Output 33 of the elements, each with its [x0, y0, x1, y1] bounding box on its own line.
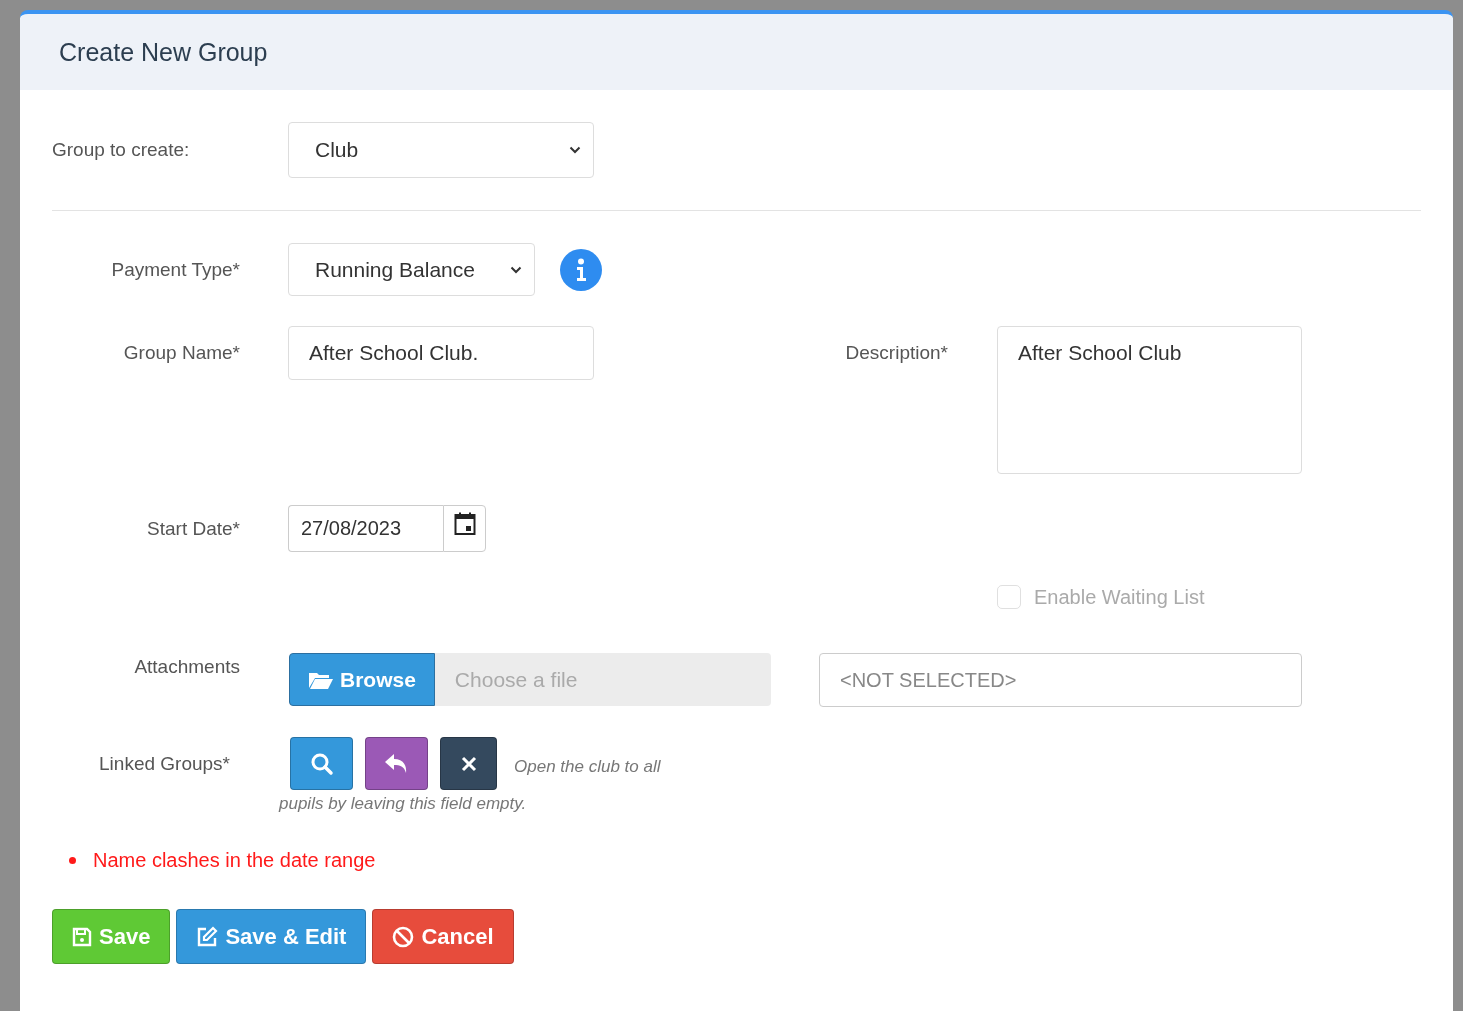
dialog-title: Create New Group [59, 37, 268, 67]
field-label: Group to create: [52, 139, 191, 161]
cancel-button[interactable]: Cancel [372, 909, 514, 964]
search-button[interactable] [290, 737, 353, 790]
field-label: Linked Groups* [98, 752, 230, 775]
payment-type-select[interactable]: Running Balance [288, 243, 535, 296]
field-label: Attachments [133, 656, 240, 678]
description-field[interactable]: After School Club [997, 326, 1302, 474]
calendar-icon [453, 512, 476, 536]
search-icon [309, 751, 334, 776]
chevron-icon [510, 265, 522, 274]
close-icon [460, 755, 477, 772]
checkbox-label: Enable Waiting List [1034, 585, 1205, 609]
field-label: Description* [844, 342, 948, 364]
file-name-field[interactable]: Choose a file [434, 653, 771, 706]
ban-icon [392, 925, 415, 948]
field-label: Start Date* [146, 517, 240, 540]
error-message: Name clashes in the date range [93, 849, 376, 872]
undo-button[interactable] [365, 737, 428, 790]
edit-icon [196, 925, 219, 948]
chevron-icon [569, 146, 581, 154]
selection-field[interactable]: <NOT SELECTED> [819, 653, 1302, 707]
info-icon[interactable] [560, 248, 602, 291]
calendar-button[interactable] [443, 505, 486, 552]
field-label: Payment Type* [110, 258, 240, 281]
help-text: pupils by leaving this field empty. [279, 794, 527, 814]
group-name-field[interactable]: After School Club. [288, 326, 594, 380]
field-label: Group Name* [122, 342, 240, 364]
bullet-icon [69, 857, 76, 864]
group-type-select[interactable]: Club [288, 122, 594, 178]
date-field[interactable]: 27/08/2023 [288, 505, 443, 552]
clear-button[interactable] [440, 737, 497, 790]
help-text: Open the club to all [514, 756, 661, 777]
